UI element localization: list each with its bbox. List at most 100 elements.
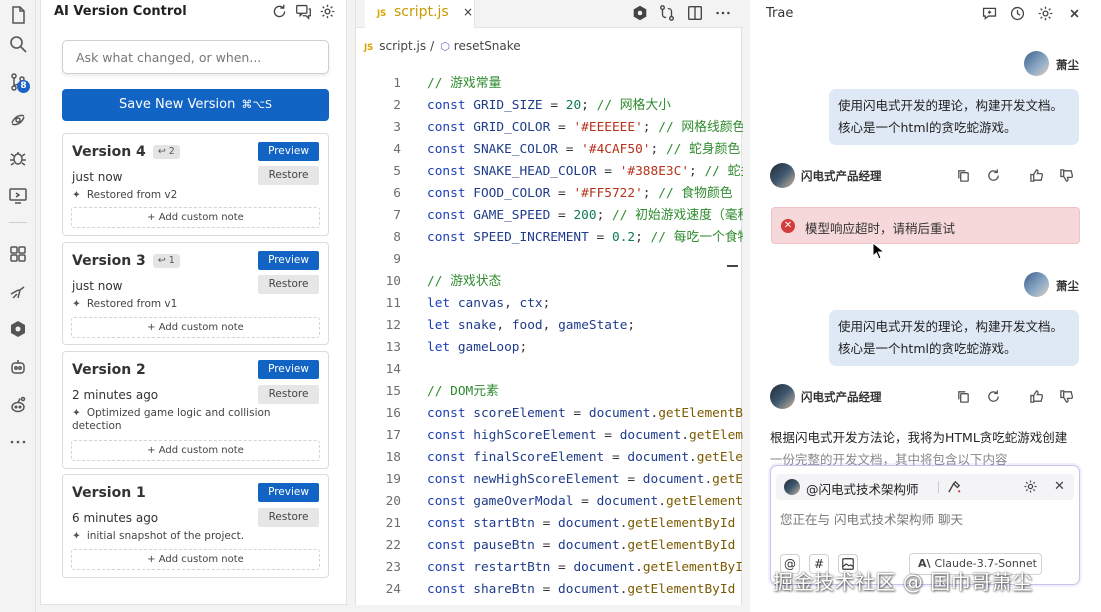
code-line[interactable]: 12 let snake, food, gameState; bbox=[356, 315, 743, 337]
code-line[interactable]: 2 const GRID_SIZE = 20; // 网格大小 bbox=[356, 95, 743, 117]
code-text[interactable]: const restartBtn = document.getElementBy… bbox=[427, 557, 743, 579]
tab-script-js[interactable]: JS script.js × bbox=[365, 0, 475, 28]
bug-icon[interactable] bbox=[8, 148, 28, 168]
regenerate-icon[interactable] bbox=[986, 389, 1001, 404]
more-icon[interactable] bbox=[8, 432, 28, 452]
restore-button[interactable]: Restore bbox=[258, 275, 319, 294]
code-line[interactable]: 7 const GAME_SPEED = 200; // 初始游戏速度（毫秒） bbox=[356, 205, 743, 227]
code-text[interactable]: const GAME_SPEED = 200; // 初始游戏速度（毫秒） bbox=[427, 205, 743, 227]
code-line[interactable]: 14 bbox=[356, 359, 743, 381]
code-text[interactable]: const SNAKE_COLOR = '#4CAF50'; // 蛇身颜色 bbox=[427, 139, 740, 161]
code-line[interactable]: 4 const SNAKE_COLOR = '#4CAF50'; // 蛇身颜色 bbox=[356, 139, 743, 161]
code-text[interactable]: const FOOD_COLOR = '#FF5722'; // 食物颜色 bbox=[427, 183, 733, 205]
run-debug-icon[interactable] bbox=[8, 110, 28, 130]
restore-button[interactable]: Restore bbox=[258, 166, 319, 185]
code-text[interactable]: const finalScoreElement = document.getEl… bbox=[427, 447, 743, 469]
code-line[interactable]: 5 const SNAKE_HEAD_COLOR = '#388E3C'; // … bbox=[356, 161, 743, 183]
explorer-icon[interactable] bbox=[8, 5, 28, 25]
code-text[interactable]: const SNAKE_HEAD_COLOR = '#388E3C'; // 蛇… bbox=[427, 161, 743, 183]
code-line[interactable]: 24 const shareBtn = document.getElementBy… bbox=[356, 579, 743, 601]
thumbs-up-icon[interactable] bbox=[1029, 389, 1044, 404]
preview-button[interactable]: Preview bbox=[258, 142, 319, 161]
copy-icon[interactable] bbox=[956, 168, 971, 183]
kangaroo-icon[interactable] bbox=[8, 282, 28, 302]
add-note-button[interactable]: + Add custom note bbox=[71, 317, 320, 338]
code-text[interactable]: const shareBtn = document.getElementById bbox=[427, 579, 735, 601]
code-text[interactable]: const highScoreElement = document.getEle… bbox=[427, 425, 743, 447]
thumbs-down-icon[interactable] bbox=[1059, 389, 1074, 404]
extensions-icon[interactable] bbox=[8, 244, 28, 264]
minimize-icon[interactable] bbox=[727, 265, 738, 267]
code-text[interactable]: let snake, food, gameState; bbox=[427, 315, 635, 337]
code-line[interactable]: 19 const newHighScoreElement = document.g… bbox=[356, 469, 743, 491]
add-note-button[interactable]: + Add custom note bbox=[71, 440, 320, 461]
code-line[interactable]: 3 const GRID_COLOR = '#EEEEEE'; // 网格线颜色 bbox=[356, 117, 743, 139]
code-text[interactable]: const GRID_COLOR = '#EEEEEE'; // 网格线颜色 bbox=[427, 117, 743, 139]
chat-input-placeholder[interactable]: 您正在与 闪电式技术架构师 聊天 bbox=[780, 509, 963, 528]
code-line[interactable]: 20 const gameOverModal = document.getElem… bbox=[356, 491, 743, 513]
code-area[interactable]: 1 // 游戏常量 2 const GRID_SIZE = 20; // 网格大小 3 c… bbox=[356, 73, 743, 605]
restore-button[interactable]: Restore bbox=[258, 385, 319, 404]
compare-icon[interactable] bbox=[658, 4, 676, 22]
code-text[interactable]: let gameLoop; bbox=[427, 337, 527, 359]
code-line[interactable]: 13 let gameLoop; bbox=[356, 337, 743, 359]
code-line[interactable]: 22 const pauseBtn = document.getElementBy… bbox=[356, 535, 743, 557]
preview-button[interactable]: Preview bbox=[258, 251, 319, 270]
shield-icon[interactable] bbox=[8, 319, 28, 339]
code-line[interactable]: 11 let canvas, ctx; bbox=[356, 293, 743, 315]
code-text[interactable]: let canvas, ctx; bbox=[427, 293, 550, 315]
code-text[interactable]: const scoreElement = document.getElement… bbox=[427, 403, 743, 425]
copy-icon[interactable] bbox=[956, 389, 971, 404]
code-line[interactable]: 9 bbox=[356, 249, 743, 271]
close-icon[interactable] bbox=[1066, 5, 1083, 22]
code-text[interactable]: // DOM元素 bbox=[427, 381, 499, 403]
code-line[interactable]: 18 const finalScoreElement = document.get… bbox=[356, 447, 743, 469]
robot-icon[interactable] bbox=[8, 357, 28, 377]
code-line[interactable]: 15 // DOM元素 bbox=[356, 381, 743, 403]
more-actions-icon[interactable] bbox=[714, 4, 732, 22]
code-text[interactable]: const newHighScoreElement = document.get… bbox=[427, 469, 743, 491]
add-note-button[interactable]: + Add custom note bbox=[71, 549, 320, 570]
chat-icon[interactable] bbox=[295, 3, 312, 20]
refresh-icon[interactable] bbox=[271, 3, 288, 20]
code-text[interactable]: const pauseBtn = document.getElementById bbox=[427, 535, 735, 557]
history-icon[interactable] bbox=[1009, 5, 1026, 22]
code-line[interactable]: 23 const restartBtn = document.getElement… bbox=[356, 557, 743, 579]
gear-icon[interactable] bbox=[1023, 479, 1038, 494]
new-chat-icon[interactable] bbox=[981, 5, 998, 22]
code-line[interactable]: 1 // 游戏常量 bbox=[356, 73, 743, 95]
code-line[interactable]: 6 const FOOD_COLOR = '#FF5722'; // 食物颜色 bbox=[356, 183, 743, 205]
code-text[interactable]: // 游戏状态 bbox=[427, 271, 501, 293]
code-text[interactable]: const GRID_SIZE = 20; // 网格大小 bbox=[427, 95, 671, 117]
code-line[interactable]: 17 const highScoreElement = document.getE… bbox=[356, 425, 743, 447]
code-line[interactable]: 21 const startBtn = document.getElementBy… bbox=[356, 513, 743, 535]
code-text[interactable]: const gameOverModal = document.getElemen… bbox=[427, 491, 743, 513]
code-line[interactable]: 8 const SPEED_INCREMENT = 0.2; // 每吃一个食物 bbox=[356, 227, 743, 249]
split-editor-icon[interactable] bbox=[686, 4, 704, 22]
gear-icon[interactable] bbox=[319, 3, 336, 20]
save-new-version-button[interactable]: Save New Version ⌘⌥S bbox=[62, 89, 329, 121]
hammer-icon[interactable] bbox=[947, 479, 962, 494]
code-text[interactable]: // 游戏常量 bbox=[427, 73, 501, 95]
code-text[interactable]: const SPEED_INCREMENT = 0.2; // 每吃一个食物 bbox=[427, 227, 743, 249]
preview-button[interactable]: Preview bbox=[258, 483, 319, 502]
thumbs-down-icon[interactable] bbox=[1059, 168, 1074, 183]
search-icon[interactable] bbox=[8, 34, 28, 54]
thumbs-up-icon[interactable] bbox=[1029, 168, 1044, 183]
close-icon[interactable]: × bbox=[463, 5, 473, 19]
ai-hex-icon[interactable] bbox=[631, 4, 649, 22]
breadcrumb-symbol[interactable]: resetSnake bbox=[454, 39, 521, 53]
code-line[interactable]: 10 // 游戏状态 bbox=[356, 271, 743, 293]
code-line[interactable]: 16 const scoreElement = document.getEleme… bbox=[356, 403, 743, 425]
restore-button[interactable]: Restore bbox=[258, 508, 319, 527]
code-text[interactable]: const startBtn = document.getElementById bbox=[427, 513, 735, 535]
close-icon[interactable]: ✕ bbox=[1052, 479, 1067, 494]
regenerate-icon[interactable] bbox=[986, 168, 1001, 183]
preview-button[interactable]: Preview bbox=[258, 360, 319, 379]
search-input[interactable] bbox=[62, 40, 329, 74]
reddit-icon[interactable] bbox=[8, 395, 28, 415]
breadcrumb-file[interactable]: script.js bbox=[379, 39, 426, 53]
remote-icon[interactable] bbox=[8, 186, 28, 206]
gear-icon[interactable] bbox=[1037, 5, 1054, 22]
add-note-button[interactable]: + Add custom note bbox=[71, 207, 320, 228]
